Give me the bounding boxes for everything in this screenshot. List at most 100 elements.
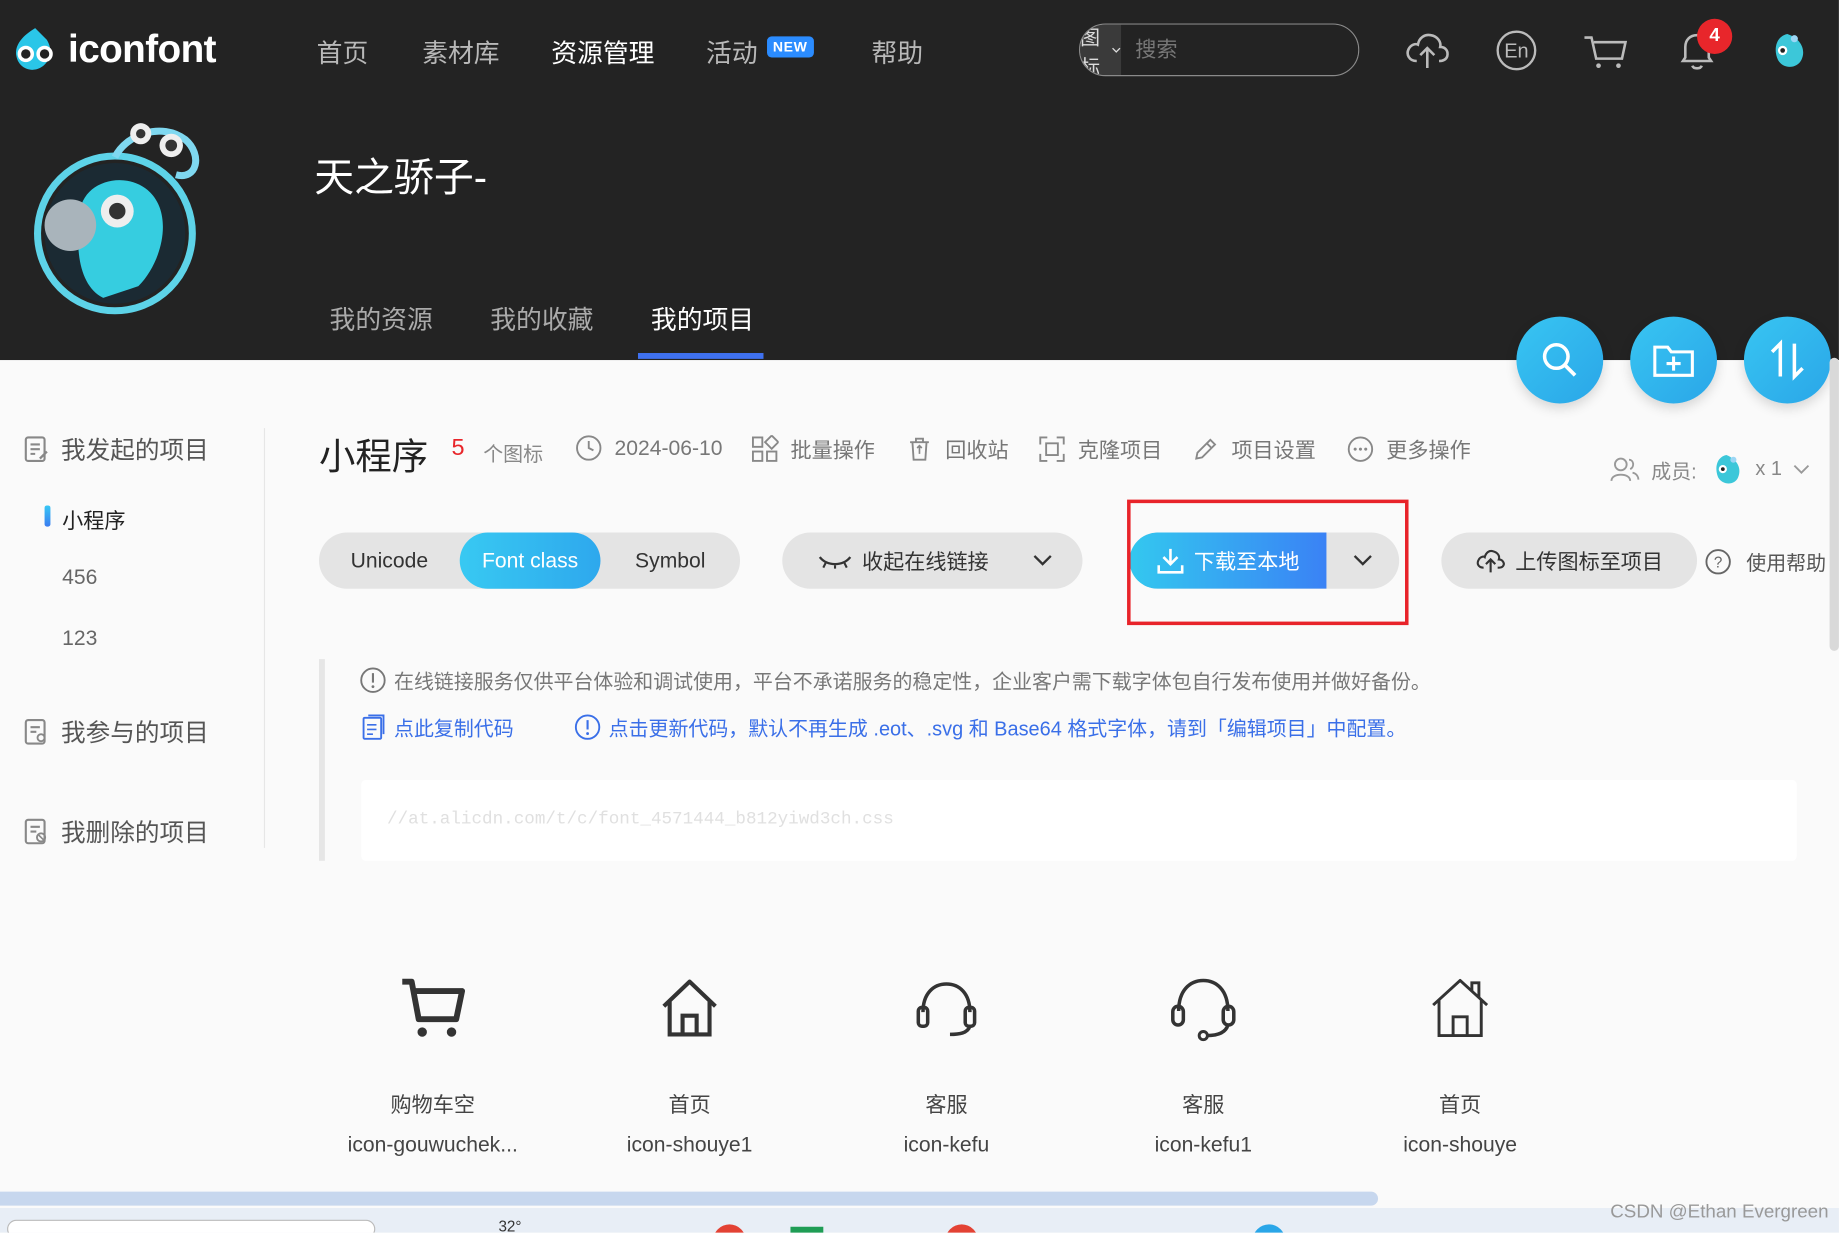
clock-icon bbox=[576, 435, 602, 461]
profile-avatar[interactable] bbox=[33, 110, 209, 319]
tab-my-resources[interactable]: 我的资源 bbox=[330, 299, 433, 337]
os-taskbar: 32° bbox=[0, 1207, 1839, 1233]
sidebar-created-projects[interactable]: 我发起的项目 bbox=[23, 432, 209, 467]
chevron-down-icon bbox=[1112, 47, 1121, 53]
sidebar-item-123[interactable]: 123 bbox=[62, 626, 97, 651]
search-input[interactable] bbox=[1121, 24, 1359, 76]
icon-class-name: icon-kefu bbox=[903, 1132, 990, 1157]
recycle-bin-icon bbox=[910, 437, 929, 461]
sidebar-item-456[interactable]: 456 bbox=[62, 565, 97, 590]
sidebar-joined-projects[interactable]: 我参与的项目 bbox=[23, 714, 209, 749]
project-title: 小程序 bbox=[319, 436, 429, 478]
mode-font-class[interactable]: Font class bbox=[459, 532, 601, 589]
sidebar-divider bbox=[263, 428, 266, 848]
copy-code-label: 点此复制代码 bbox=[394, 717, 514, 741]
nav-activities[interactable]: 活动 bbox=[706, 33, 758, 71]
mode-symbol[interactable]: Symbol bbox=[600, 532, 740, 588]
taskbar-app-icon[interactable] bbox=[1252, 1224, 1286, 1233]
project-settings-label: 项目设置 bbox=[1231, 438, 1316, 463]
headset-outline-icon bbox=[1086, 968, 1321, 1050]
language-en-icon[interactable]: En bbox=[1492, 26, 1541, 75]
icon-class-name: icon-kefu1 bbox=[1154, 1132, 1253, 1157]
more-actions-button[interactable]: 更多操作 bbox=[1346, 434, 1471, 464]
icon-card[interactable]: 客服 icon-kefu bbox=[829, 968, 1064, 1158]
nav-home[interactable]: 首页 bbox=[317, 33, 369, 71]
notification-count-badge: 4 bbox=[1697, 18, 1733, 54]
project-settings-button[interactable]: 项目设置 bbox=[1192, 434, 1316, 464]
css-link-text[interactable]: //at.alicdn.com/t/c/font_4571444_b812yiw… bbox=[387, 809, 894, 829]
project-icon-count: 5 bbox=[451, 435, 465, 461]
css-link-code-box[interactable]: //at.alicdn.com/t/c/font_4571444_b812yiw… bbox=[361, 779, 1797, 861]
taskbar-search-box[interactable] bbox=[7, 1219, 376, 1233]
grid-icon bbox=[751, 435, 779, 462]
fab-new-folder-button[interactable] bbox=[1630, 316, 1717, 404]
user-avatar-small[interactable] bbox=[1763, 26, 1812, 75]
taskbar-app-icon[interactable] bbox=[790, 1226, 824, 1233]
icon-card[interactable]: 首页 icon-shouye1 bbox=[572, 968, 807, 1158]
sidebar-item-xiaochengxu[interactable]: 小程序 bbox=[62, 504, 125, 534]
update-code-link[interactable]: 点击更新代码，默认不再生成 .eot、.svg 和 Base64 格式字体，请到… bbox=[573, 712, 1406, 741]
icon-name: 首页 bbox=[1439, 1093, 1482, 1117]
sidebar-deleted-projects[interactable]: 我删除的项目 bbox=[23, 814, 209, 849]
mode-unicode[interactable]: Unicode bbox=[319, 532, 460, 588]
fab-sort-button[interactable] bbox=[1743, 316, 1831, 404]
horizontal-scrollbar[interactable] bbox=[0, 1191, 1379, 1206]
folder-add-icon bbox=[1653, 345, 1694, 377]
iconfont-logo[interactable]: iconfont bbox=[9, 23, 217, 75]
collapse-online-link-label: 收起在线链接 bbox=[862, 550, 989, 574]
project-icon-count-label: 个图标 bbox=[483, 443, 544, 466]
icon-card[interactable]: 购物车空 icon-gouwuchek... bbox=[315, 968, 550, 1158]
svg-text:En: En bbox=[1504, 40, 1528, 62]
tab-my-projects[interactable]: 我的项目 bbox=[651, 299, 754, 337]
upload-icons-button[interactable]: 上传图标至项目 bbox=[1441, 532, 1698, 589]
usage-help-label: 使用帮助 bbox=[1746, 552, 1827, 575]
batch-operation-label: 批量操作 bbox=[790, 438, 875, 463]
more-actions-label: 更多操作 bbox=[1386, 438, 1471, 463]
recycle-bin-button[interactable]: 回收站 bbox=[905, 434, 1009, 464]
icon-name: 客服 bbox=[925, 1093, 968, 1117]
copy-icon bbox=[362, 713, 385, 740]
fab-search-button[interactable] bbox=[1516, 316, 1604, 404]
search-icon bbox=[1542, 343, 1577, 377]
icon-card[interactable]: 首页 icon-shouye bbox=[1343, 968, 1578, 1158]
online-link-warning: 在线链接服务仅供平台体验和调试使用，平台不承诺服务的稳定性，企业客户需下载字体包… bbox=[359, 665, 1431, 694]
nav-help[interactable]: 帮助 bbox=[871, 33, 923, 71]
project-date: 2024-06-10 bbox=[575, 434, 723, 462]
new-badge: NEW bbox=[767, 36, 814, 58]
project-members[interactable]: 成员: x 1 bbox=[1609, 450, 1810, 488]
cart-icon bbox=[315, 968, 550, 1050]
clone-icon bbox=[1039, 436, 1065, 462]
copy-code-link[interactable]: 点此复制代码 bbox=[359, 712, 514, 741]
usage-help-link[interactable]: ? 使用帮助 bbox=[1704, 547, 1826, 576]
profile-username: 天之骄子- bbox=[314, 155, 488, 201]
project-date-value: 2024-06-10 bbox=[614, 435, 723, 460]
nav-resource-management[interactable]: 资源管理 bbox=[551, 33, 654, 71]
chevron-down-icon bbox=[1794, 464, 1810, 474]
update-code-label: 点击更新代码，默认不再生成 .eot、.svg 和 Base64 格式字体，请到… bbox=[608, 717, 1407, 741]
taskbar-app-icon[interactable] bbox=[945, 1224, 979, 1233]
taskbar-app-icon[interactable] bbox=[713, 1224, 746, 1233]
vertical-scrollbar[interactable] bbox=[1829, 357, 1839, 651]
online-link-warning-text: 在线链接服务仅供平台体验和调试使用，平台不承诺服务的稳定性，企业客户需下载字体包… bbox=[394, 670, 1431, 694]
sort-arrows-icon bbox=[1770, 339, 1804, 381]
upload-cloud-icon[interactable] bbox=[1403, 26, 1452, 75]
cart-icon[interactable] bbox=[1581, 26, 1630, 75]
home-filled-icon bbox=[572, 968, 807, 1050]
clone-project-button[interactable]: 克隆项目 bbox=[1038, 434, 1162, 464]
tab-my-favorites[interactable]: 我的收藏 bbox=[490, 299, 593, 337]
format-mode-switch: Unicode Font class Symbol bbox=[319, 532, 741, 589]
sidebar-joined-projects-label: 我参与的项目 bbox=[60, 720, 209, 748]
pencil-icon bbox=[1195, 438, 1217, 460]
red-annotation-box bbox=[1127, 499, 1409, 626]
batch-operation-button[interactable]: 批量操作 bbox=[751, 434, 875, 464]
search-type-select[interactable]: 图标 bbox=[1080, 24, 1122, 76]
collapse-online-link-button[interactable]: 收起在线链接 bbox=[782, 532, 1083, 589]
closed-eye-icon bbox=[818, 556, 852, 569]
info-icon bbox=[360, 666, 386, 693]
top-header: iconfont 首页 素材库 资源管理 活动 NEW 帮助 图标 En bbox=[0, 0, 1839, 361]
icon-card[interactable]: 客服 icon-kefu1 bbox=[1086, 968, 1321, 1158]
headset-icon bbox=[829, 968, 1064, 1050]
nav-materials[interactable]: 素材库 bbox=[422, 33, 499, 71]
sidebar-active-indicator bbox=[44, 505, 51, 527]
sidebar-created-projects-label: 我发起的项目 bbox=[60, 437, 209, 465]
